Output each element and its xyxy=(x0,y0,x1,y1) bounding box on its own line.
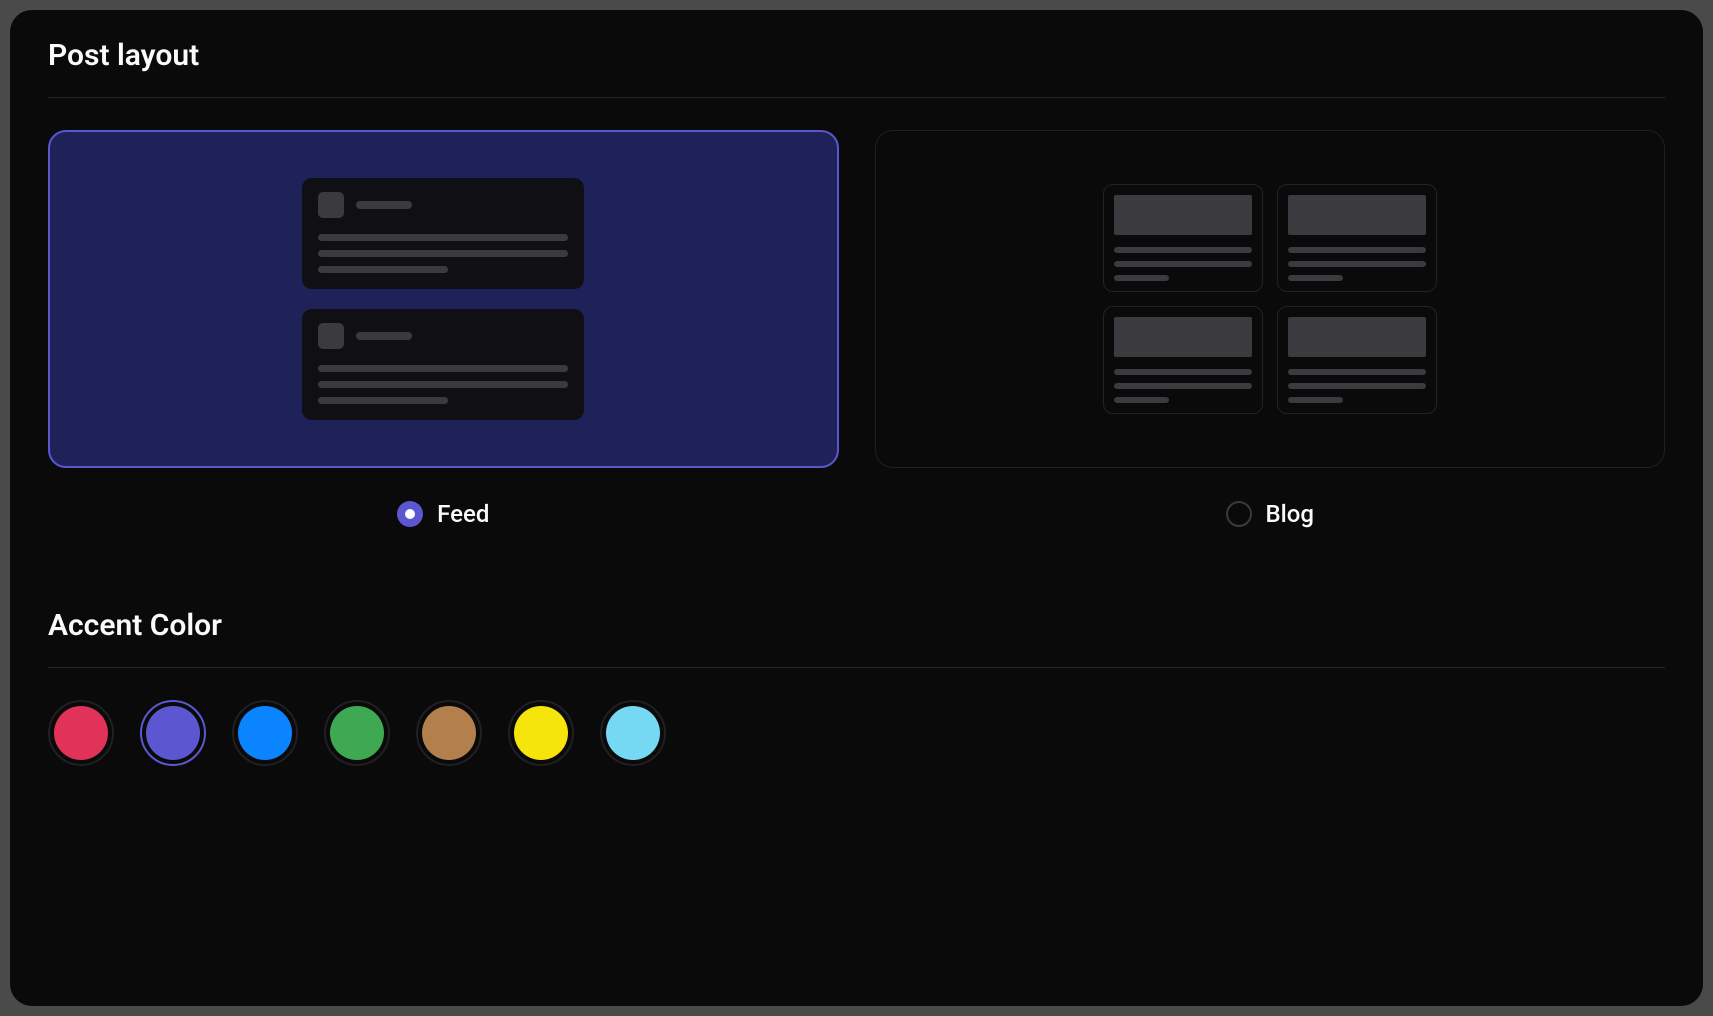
layout-radio-blog[interactable]: Blog xyxy=(1226,500,1315,528)
avatar-placeholder xyxy=(318,192,344,218)
feed-preview xyxy=(302,178,584,420)
name-placeholder xyxy=(356,201,412,209)
name-placeholder xyxy=(356,332,412,340)
avatar-placeholder xyxy=(318,323,344,349)
image-placeholder xyxy=(1288,195,1426,235)
blog-preview xyxy=(1103,184,1437,414)
color-circle xyxy=(606,706,660,760)
accent-color-swatch[interactable] xyxy=(140,700,206,766)
layout-option-blog[interactable] xyxy=(875,130,1666,468)
layout-option-feed-col: Feed xyxy=(48,130,839,528)
layout-radio-feed-label: Feed xyxy=(437,500,489,528)
color-circle xyxy=(54,706,108,760)
accent-color-swatch[interactable] xyxy=(48,700,114,766)
accent-color-swatch[interactable] xyxy=(508,700,574,766)
appearance-panel: Post layout xyxy=(10,10,1703,1006)
layout-option-blog-col: Blog xyxy=(875,130,1666,528)
accent-color-swatch[interactable] xyxy=(324,700,390,766)
color-circle xyxy=(514,706,568,760)
accent-color-swatch[interactable] xyxy=(600,700,666,766)
post-layout-section: Post layout xyxy=(48,38,1665,528)
image-placeholder xyxy=(1114,317,1252,357)
blog-preview-item xyxy=(1277,184,1437,292)
radio-icon xyxy=(397,501,423,527)
image-placeholder xyxy=(1114,195,1252,235)
layout-radio-feed[interactable]: Feed xyxy=(397,500,489,528)
color-circle xyxy=(238,706,292,760)
divider xyxy=(48,97,1665,98)
color-circle xyxy=(146,706,200,760)
image-placeholder xyxy=(1288,317,1426,357)
blog-preview-item xyxy=(1103,306,1263,414)
feed-preview-item xyxy=(302,309,584,420)
accent-color-swatches xyxy=(48,700,1665,766)
post-layout-title: Post layout xyxy=(48,38,1665,73)
blog-preview-item xyxy=(1277,306,1437,414)
accent-color-swatch[interactable] xyxy=(232,700,298,766)
divider xyxy=(48,667,1665,668)
layout-radio-blog-label: Blog xyxy=(1266,500,1315,528)
feed-preview-item xyxy=(302,178,584,289)
color-circle xyxy=(330,706,384,760)
radio-icon xyxy=(1226,501,1252,527)
accent-color-title: Accent Color xyxy=(48,608,1665,643)
blog-preview-item xyxy=(1103,184,1263,292)
layout-options: Feed xyxy=(48,130,1665,528)
accent-color-swatch[interactable] xyxy=(416,700,482,766)
layout-option-feed[interactable] xyxy=(48,130,839,468)
color-circle xyxy=(422,706,476,760)
accent-color-section: Accent Color xyxy=(48,608,1665,766)
